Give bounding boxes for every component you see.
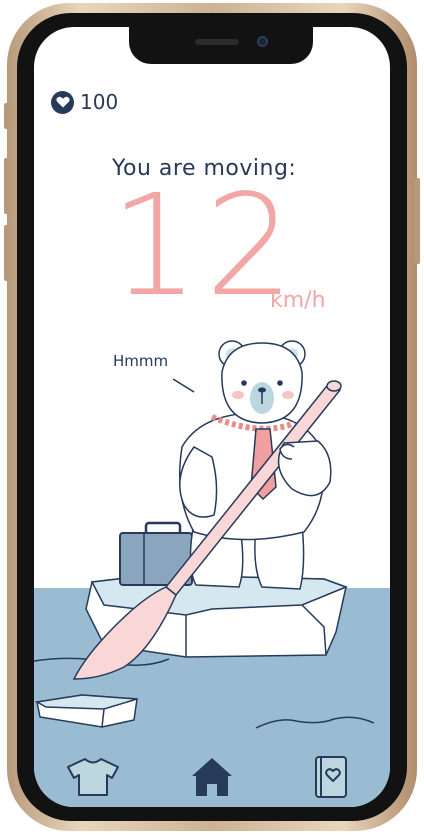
volume-down-button <box>4 225 10 281</box>
bear-head <box>218 340 306 424</box>
mute-switch <box>4 103 10 129</box>
nav-home-button[interactable] <box>177 752 247 802</box>
journal-heart-icon <box>314 756 347 798</box>
phone-bezel: 100 You are moving: 12 km/h Hmmm <box>17 13 407 821</box>
power-button <box>414 178 420 264</box>
tshirt-icon <box>67 758 120 796</box>
heart-icon <box>51 90 74 114</box>
polar-bear-scene <box>34 340 390 807</box>
speech-line <box>172 378 195 393</box>
hearts-counter: 100 <box>51 90 118 114</box>
app-screen: 100 You are moving: 12 km/h Hmmm <box>34 27 390 807</box>
front-camera <box>257 36 268 47</box>
home-icon <box>191 758 232 796</box>
speed-unit: km/h <box>270 288 326 313</box>
bear-speech: Hmmm <box>113 352 169 370</box>
speaker <box>195 39 239 45</box>
volume-up-button <box>4 158 10 214</box>
nav-journal-button[interactable] <box>296 752 366 802</box>
hearts-count: 100 <box>80 90 119 114</box>
nav-wardrobe-button[interactable] <box>58 752 128 802</box>
phone-frame: 100 You are moving: 12 km/h Hmmm <box>4 3 420 831</box>
bottom-nav <box>34 747 390 807</box>
notch <box>129 27 313 64</box>
